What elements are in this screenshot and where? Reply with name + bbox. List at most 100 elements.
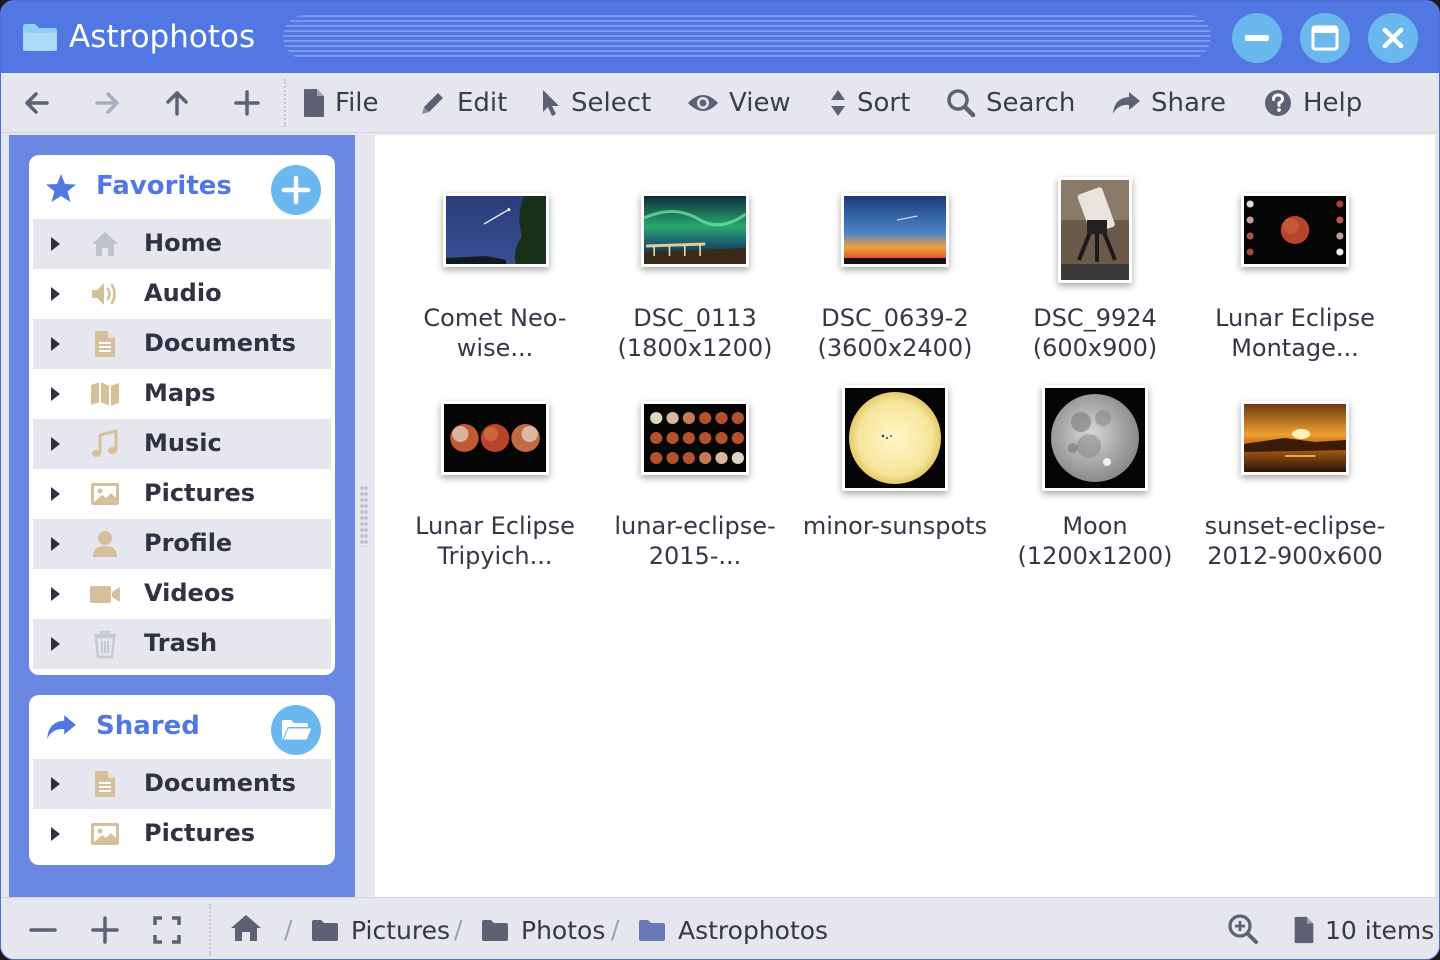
file-name-line1: Comet Neo- (423, 304, 567, 332)
open-shared-button[interactable] (271, 705, 321, 755)
sidebar-item-shared-documents[interactable]: Documents (33, 759, 331, 809)
menu-help[interactable]: Help (1263, 85, 1362, 121)
breadcrumb-current[interactable]: Astrophotos (638, 912, 828, 948)
expand-caret-icon[interactable] (51, 777, 60, 791)
menu-file[interactable]: File (303, 85, 379, 121)
home-icon (92, 232, 118, 256)
sidebar-item-label: Maps (144, 379, 216, 407)
sidebar-item-profile[interactable]: Profile (33, 519, 331, 569)
close-button[interactable] (1368, 13, 1418, 63)
sidebar-item-label: Trash (144, 629, 218, 657)
menu-search-label: Search (986, 88, 1076, 118)
expand-caret-icon[interactable] (51, 387, 60, 401)
menu-share[interactable]: Share (1111, 85, 1226, 121)
sidebar-item-documents[interactable]: Documents (33, 319, 331, 369)
expand-caret-icon[interactable] (51, 637, 60, 651)
file-name-line1: sunset-eclipse- (1204, 512, 1386, 540)
sidebar-resize-handle[interactable] (355, 135, 373, 897)
file-item[interactable]: lunar-eclipse- 2015-... (595, 383, 795, 583)
menu-search[interactable]: Search (946, 85, 1075, 121)
eye-icon (688, 95, 718, 111)
file-name-line2: Tripyich... (437, 542, 553, 570)
star-icon (46, 174, 76, 202)
menu-view[interactable]: View (687, 85, 791, 121)
menu-edit-label: Edit (457, 88, 508, 118)
file-thumbnail (641, 401, 749, 475)
menu-share-label: Share (1151, 88, 1227, 118)
sidebar-item-pictures[interactable]: Pictures (33, 469, 331, 519)
menu-select[interactable]: Select (541, 85, 651, 121)
forward-icon[interactable] (91, 87, 123, 119)
expand-caret-icon[interactable] (51, 337, 60, 351)
add-favorite-button[interactable] (271, 165, 321, 215)
folder-icon (482, 920, 508, 941)
file-item[interactable]: Lunar Eclipse Montage... (1195, 175, 1395, 375)
file-item[interactable]: Moon (1200x1200) (995, 383, 1195, 583)
new-icon[interactable] (231, 87, 263, 119)
breadcrumb-item[interactable]: Pictures (311, 912, 450, 948)
file-name-line1: Moon (1062, 512, 1128, 540)
file-item[interactable]: Comet Neo- wise... (395, 175, 595, 375)
minimize-button[interactable] (1232, 13, 1282, 63)
menu-sort[interactable]: Sort (829, 85, 910, 121)
home-icon[interactable] (229, 913, 263, 943)
expand-caret-icon[interactable] (51, 537, 60, 551)
sidebar: Favorites Home Audio Documents Maps Musi… (9, 135, 355, 897)
file-item[interactable]: DSC_0113 (1800x1200) (595, 175, 795, 375)
title-drag-area[interactable] (283, 15, 1211, 59)
toolbar: File Edit Select View Sort Search Share (1, 73, 1439, 133)
folder-icon (312, 920, 338, 941)
folder-open-icon (282, 720, 313, 741)
profile-icon (93, 531, 117, 557)
sidebar-item-shared-pictures[interactable]: Pictures (33, 809, 331, 859)
document-icon (95, 771, 115, 797)
sidebar-item-label: Audio (144, 279, 222, 307)
close-icon (1382, 27, 1404, 49)
file-item[interactable]: minor-sunspots (795, 383, 995, 583)
up-icon[interactable] (161, 87, 193, 119)
file-name-line1: DSC_9924 (1033, 304, 1157, 332)
file-thumbnail (842, 385, 948, 491)
file-name-line2: 2015-... (648, 542, 742, 570)
file-name-line2: (3600x2400) (817, 334, 973, 362)
sidebar-item-audio[interactable]: Audio (33, 269, 331, 319)
sidebar-item-music[interactable]: Music (33, 419, 331, 469)
sidebar-item-maps[interactable]: Maps (33, 369, 331, 419)
plus-icon (281, 175, 311, 205)
zoom-icon[interactable] (1227, 913, 1259, 945)
expand-caret-icon[interactable] (51, 487, 60, 501)
favorites-header: Favorites (29, 155, 335, 219)
expand-caret-icon[interactable] (51, 437, 60, 451)
maximize-button[interactable] (1300, 13, 1350, 63)
sort-icon (831, 90, 845, 116)
expand-caret-icon[interactable] (51, 587, 60, 601)
sidebar-item-videos[interactable]: Videos (33, 569, 331, 619)
window-title: Astrophotos (69, 19, 256, 55)
back-icon[interactable] (21, 87, 53, 119)
file-item[interactable]: sunset-eclipse- 2012-900x600 (1195, 383, 1395, 583)
file-name-line1: DSC_0113 (633, 304, 757, 332)
file-item[interactable]: Lunar Eclipse Tripyich... (395, 383, 595, 583)
folder-icon (23, 24, 57, 51)
file-item[interactable]: DSC_0639-2 (3600x2400) (795, 175, 995, 375)
file-thumbnail (841, 193, 949, 267)
menu-edit[interactable]: Edit (419, 85, 507, 121)
expand-caret-icon[interactable] (51, 287, 60, 301)
sidebar-item-trash[interactable]: Trash (33, 619, 331, 669)
file-thumbnail (1058, 177, 1132, 283)
breadcrumb-item[interactable]: Photos (481, 912, 605, 948)
music-icon (92, 429, 118, 457)
expand-caret-icon[interactable] (51, 237, 60, 251)
breadcrumb-separator: / (284, 915, 293, 944)
sidebar-item-home[interactable]: Home (33, 219, 331, 269)
file-item[interactable]: DSC_9924 (600x900) (995, 175, 1195, 375)
file-thumbnail (1042, 385, 1148, 491)
breadcrumb-label: Pictures (351, 915, 450, 945)
file-name-line2: (1800x1200) (617, 334, 773, 362)
zoom-in-icon[interactable] (89, 914, 121, 946)
zoom-out-icon[interactable] (27, 914, 59, 946)
menu-view-label: View (729, 88, 791, 118)
fullscreen-icon[interactable] (151, 914, 183, 946)
title-bar[interactable]: Astrophotos (1, 1, 1439, 73)
expand-caret-icon[interactable] (51, 827, 60, 841)
